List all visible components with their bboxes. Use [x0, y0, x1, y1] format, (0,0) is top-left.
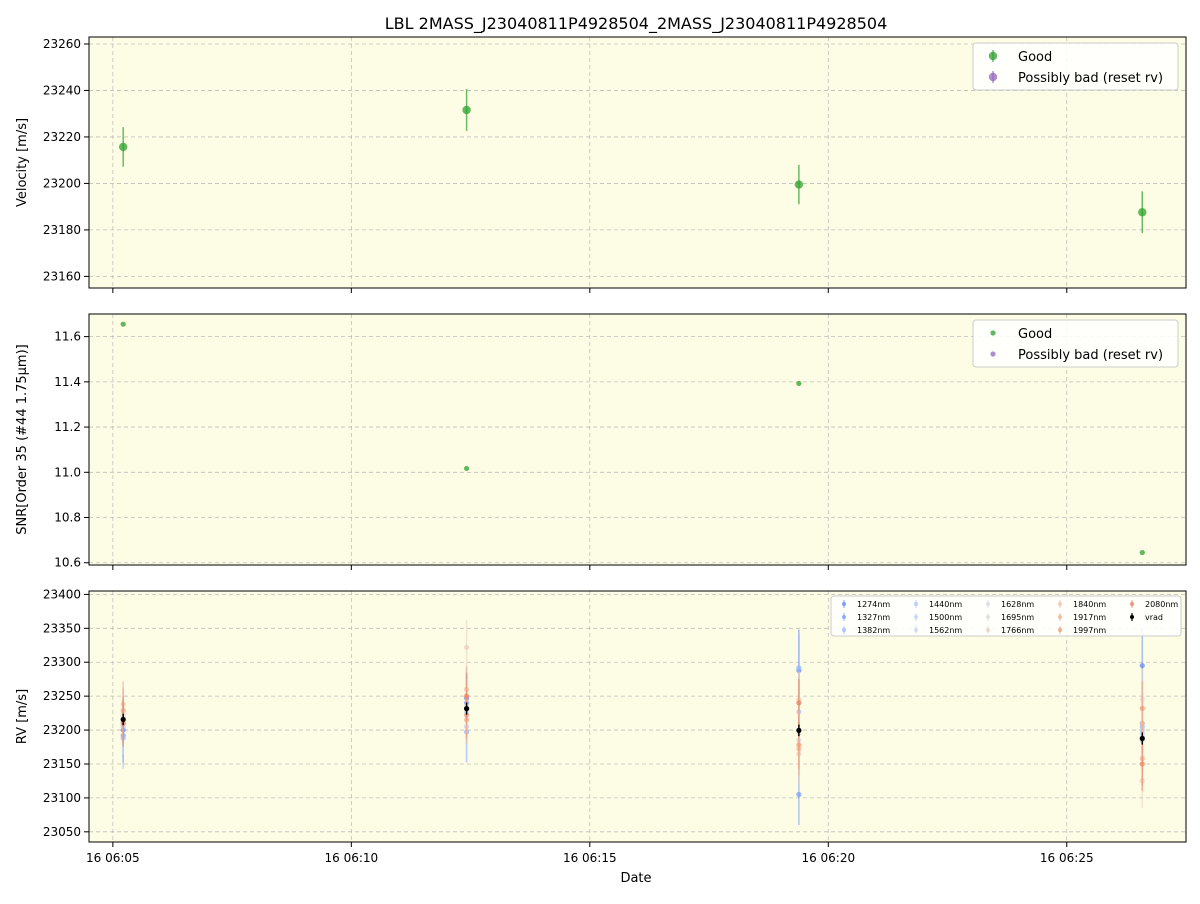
legend-label: 1840nm	[1073, 600, 1106, 609]
legend-marker	[986, 602, 990, 606]
legend-label: vrad	[1145, 613, 1163, 622]
legend-marker	[1058, 602, 1062, 606]
y-tick-label: 23350	[43, 621, 81, 635]
legend-label: 1695nm	[1001, 613, 1034, 622]
figure: LBL 2MASS_J23040811P4928504_2MASS_J23040…	[0, 0, 1200, 900]
x-tick-label: 16 06:05	[86, 851, 140, 865]
y-tick-label: 23100	[43, 791, 81, 805]
panel-rv: 16 06:05 16 06:10 16 06:15 16 06:20 16 06:25…	[15, 587, 1187, 865]
legend-velocity: Good Possibly bad (reset rv)	[972, 42, 1179, 91]
data-point	[1139, 761, 1145, 767]
legend-label: 1440nm	[929, 600, 962, 609]
legend-marker	[988, 51, 998, 61]
y-tick-label: 11.6	[54, 330, 81, 344]
y-tick-label: 23220	[43, 130, 81, 144]
data-point	[1138, 208, 1147, 217]
data-point	[118, 142, 128, 152]
y-axis-label-snr: SNR[Order 35 (#44 1.75μm)]	[15, 344, 30, 535]
data-point	[463, 706, 470, 712]
data-point	[462, 105, 471, 115]
legend-label: 1917nm	[1073, 613, 1106, 622]
legend-label: Possibly bad (reset rv)	[1018, 348, 1163, 363]
data-point	[463, 644, 470, 650]
y-tick-label: 23180	[43, 223, 81, 237]
legend-snr: Good Possibly bad (reset rv)	[972, 319, 1179, 368]
y-axis-label-rv: RV [m/s]	[15, 689, 30, 744]
y-tick-label: 23240	[43, 83, 81, 97]
legend-rv: 1274nm 1327nm 1382nm 1440nm 1500nm 1562nm 1628…	[830, 595, 1182, 637]
legend-label: 1766nm	[1001, 626, 1034, 635]
legend-label: 2080nm	[1145, 600, 1178, 609]
x-tick-label: 16 06:25	[1040, 851, 1094, 865]
data-point	[796, 727, 802, 734]
x-tick-label: 16 06:15	[563, 851, 617, 865]
legend-marker	[990, 330, 996, 336]
data-point	[796, 791, 802, 798]
data-point	[794, 180, 804, 189]
panel-velocity: 23160 23180 23200 23220 23240 23260 Velocity […	[15, 36, 1187, 293]
legend-label: 1628nm	[1001, 600, 1034, 609]
legend-marker	[1130, 615, 1134, 619]
data-point	[1139, 663, 1145, 669]
legend-marker	[914, 628, 918, 632]
data-point	[796, 700, 802, 706]
data-point	[120, 716, 126, 723]
x-axis-label: Date	[620, 871, 651, 886]
legend-marker	[986, 615, 990, 619]
y-axis-label-velocity: Velocity [m/s]	[15, 118, 30, 207]
legend-marker	[1058, 615, 1062, 619]
y-tick-label: 23200	[43, 176, 81, 190]
y-tick-label: 23300	[43, 655, 81, 669]
legend-marker	[1130, 602, 1134, 606]
data-point	[796, 665, 802, 671]
legend-marker	[988, 72, 998, 82]
y-tick-label: 23260	[43, 37, 81, 51]
y-tick-label: 23160	[43, 269, 81, 283]
y-tick-label: 11.0	[54, 465, 81, 479]
panel-snr: 10.6 10.8 11.0 11.2 11.4 11.6 SNR[Order 35 (#4…	[15, 313, 1187, 570]
x-tick-label: 16 06:20	[801, 851, 855, 865]
y-tick-label: 23150	[43, 757, 81, 771]
legend-label: 1274nm	[857, 600, 890, 609]
legend-label: 1997nm	[1073, 626, 1106, 635]
legend-label: 1500nm	[929, 613, 962, 622]
data-point	[1139, 549, 1145, 556]
legend-marker	[1058, 628, 1062, 632]
chart-svg: LBL 2MASS_J23040811P4928504_2MASS_J23040…	[15, 14, 1187, 886]
legend-marker	[842, 615, 846, 619]
y-tick-label: 23400	[43, 587, 81, 601]
legend-label: 1562nm	[929, 626, 962, 635]
y-tick-label: 11.4	[54, 375, 81, 389]
y-tick-label: 23250	[43, 689, 81, 703]
data-point	[1139, 705, 1145, 711]
legend-label: 1327nm	[857, 613, 890, 622]
data-point	[1139, 735, 1145, 742]
data-point	[796, 742, 802, 748]
data-point	[796, 380, 802, 387]
legend-label: Possibly bad (reset rv)	[1018, 71, 1163, 86]
legend-label: Good	[1018, 50, 1052, 65]
legend-label: Good	[1018, 327, 1052, 342]
legend-marker	[986, 628, 990, 632]
y-tick-label: 23050	[43, 825, 81, 839]
y-tick-label: 23200	[43, 723, 81, 737]
legend-marker	[990, 351, 996, 357]
legend-marker	[842, 628, 846, 632]
y-tick-label: 10.6	[54, 556, 81, 570]
legend-marker	[842, 602, 846, 606]
data-point	[463, 693, 470, 699]
y-tick-label: 10.8	[54, 511, 81, 525]
y-tick-label: 11.2	[54, 420, 81, 434]
legend-marker	[914, 602, 918, 606]
data-point	[463, 465, 470, 472]
legend-marker	[914, 615, 918, 619]
data-point	[120, 321, 126, 327]
legend-label: 1382nm	[857, 626, 890, 635]
chart-title: LBL 2MASS_J23040811P4928504_2MASS_J23040…	[385, 14, 888, 34]
x-tick-label: 16 06:10	[324, 851, 378, 865]
